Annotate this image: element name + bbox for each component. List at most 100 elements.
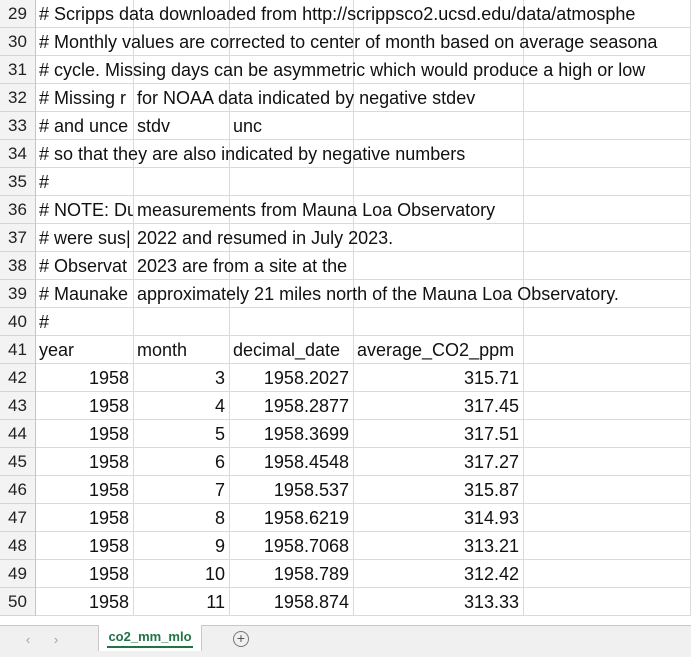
row-header[interactable]: 38 <box>0 252 36 280</box>
cell-year[interactable]: 1958 <box>36 392 134 420</box>
cell-decimal-date[interactable]: 1958.6219 <box>230 504 354 532</box>
cell-a[interactable]: # Maunake <box>36 280 134 308</box>
cell-year[interactable]: 1958 <box>36 420 134 448</box>
cell-e[interactable] <box>524 308 691 336</box>
cell-e[interactable] <box>524 420 691 448</box>
cell-a[interactable]: # Observat <box>36 252 134 280</box>
header-year[interactable]: year <box>36 336 134 364</box>
cell-month[interactable]: 5 <box>134 420 230 448</box>
cell-month[interactable]: 6 <box>134 448 230 476</box>
cell-month[interactable]: 10 <box>134 560 230 588</box>
prev-sheet-arrow-icon[interactable]: ‹ <box>20 632 36 647</box>
cell-d[interactable] <box>354 168 524 196</box>
row-header[interactable]: 46 <box>0 476 36 504</box>
cell-month[interactable]: 7 <box>134 476 230 504</box>
cell-month[interactable]: 4 <box>134 392 230 420</box>
next-sheet-arrow-icon[interactable]: › <box>48 632 64 647</box>
row-header[interactable]: 50 <box>0 588 36 616</box>
cell-e[interactable] <box>524 588 691 616</box>
cell-e[interactable] <box>524 140 691 168</box>
sheet-tab-co2-mm-mlo[interactable]: co2_mm_mlo <box>98 625 202 651</box>
cell-decimal-date[interactable]: 1958.537 <box>230 476 354 504</box>
row-header[interactable]: 31 <box>0 56 36 84</box>
cell-average-co2[interactable]: 313.21 <box>354 532 524 560</box>
cell-c[interactable] <box>230 308 354 336</box>
cell-e[interactable] <box>524 112 691 140</box>
row-header[interactable]: 41 <box>0 336 36 364</box>
cell-year[interactable]: 1958 <box>36 560 134 588</box>
cell-a[interactable]: # cycle. Missing days can be asymmetric … <box>36 56 645 84</box>
cell-c[interactable]: unc <box>230 112 354 140</box>
cell-a[interactable]: # were sus| <box>36 224 134 252</box>
cell-e[interactable] <box>524 196 691 224</box>
cell-a[interactable]: # <box>36 308 134 336</box>
header-month[interactable]: month <box>134 336 230 364</box>
cell-year[interactable]: 1958 <box>36 364 134 392</box>
cell-decimal-date[interactable]: 1958.2877 <box>230 392 354 420</box>
cell-e[interactable] <box>524 560 691 588</box>
cell-a[interactable]: # Monthly values are corrected to center… <box>36 28 657 56</box>
cell-decimal-date[interactable]: 1958.789 <box>230 560 354 588</box>
cell-average-co2[interactable]: 315.71 <box>354 364 524 392</box>
cell-e[interactable] <box>524 448 691 476</box>
cell-e[interactable] <box>524 168 691 196</box>
cell-average-co2[interactable]: 313.33 <box>354 588 524 616</box>
row-header[interactable]: 44 <box>0 420 36 448</box>
cell-e[interactable] <box>524 392 691 420</box>
cell-e[interactable] <box>524 252 691 280</box>
row-header[interactable]: 32 <box>0 84 36 112</box>
cell-average-co2[interactable]: 317.51 <box>354 420 524 448</box>
cell-decimal-date[interactable]: 1958.3699 <box>230 420 354 448</box>
cell-a[interactable]: # Scripps data downloaded from http://sc… <box>36 0 635 28</box>
cell-decimal-date[interactable]: 1958.4548 <box>230 448 354 476</box>
cell-decimal-date[interactable]: 1958.2027 <box>230 364 354 392</box>
row-header[interactable]: 47 <box>0 504 36 532</box>
cell-b[interactable]: approximately 21 miles north of the Maun… <box>134 280 619 308</box>
cell-decimal-date[interactable]: 1958.7068 <box>230 532 354 560</box>
row-header[interactable]: 43 <box>0 392 36 420</box>
row-header[interactable]: 35 <box>0 168 36 196</box>
row-header[interactable]: 39 <box>0 280 36 308</box>
cell-average-co2[interactable]: 317.27 <box>354 448 524 476</box>
cell-average-co2[interactable]: 312.42 <box>354 560 524 588</box>
row-header[interactable]: 34 <box>0 140 36 168</box>
cell-a[interactable]: # NOTE: Du <box>36 196 134 224</box>
header-decimal-date[interactable]: decimal_date <box>230 336 354 364</box>
cell-average-co2[interactable]: 315.87 <box>354 476 524 504</box>
cell-year[interactable]: 1958 <box>36 588 134 616</box>
cell-e[interactable] <box>524 532 691 560</box>
cell-e[interactable] <box>524 364 691 392</box>
cell-average-co2[interactable]: 317.45 <box>354 392 524 420</box>
cell-e[interactable] <box>524 336 691 364</box>
cell-b[interactable]: 2023 are from a site at the <box>134 252 347 280</box>
cell-month[interactable]: 11 <box>134 588 230 616</box>
cell-c[interactable] <box>230 168 354 196</box>
cell-d[interactable] <box>354 308 524 336</box>
cell-b[interactable] <box>134 308 230 336</box>
add-sheet-icon[interactable]: + <box>233 631 249 647</box>
cell-year[interactable]: 1958 <box>36 476 134 504</box>
cell-e[interactable] <box>524 84 691 112</box>
row-header[interactable]: 45 <box>0 448 36 476</box>
cell-b[interactable]: stdv <box>134 112 230 140</box>
cell-e[interactable] <box>524 504 691 532</box>
cell-year[interactable]: 1958 <box>36 532 134 560</box>
cell-b[interactable]: measurements from Mauna Loa Observatory <box>134 196 495 224</box>
cell-b[interactable]: for NOAA data indicated by negative stde… <box>134 84 475 112</box>
row-header[interactable]: 42 <box>0 364 36 392</box>
cell-decimal-date[interactable]: 1958.874 <box>230 588 354 616</box>
row-header[interactable]: 48 <box>0 532 36 560</box>
cell-a[interactable]: # and unce <box>36 112 134 140</box>
row-header[interactable]: 30 <box>0 28 36 56</box>
cell-year[interactable]: 1958 <box>36 504 134 532</box>
row-header[interactable]: 37 <box>0 224 36 252</box>
cell-a[interactable]: # Missing r <box>36 84 134 112</box>
cell-month[interactable]: 8 <box>134 504 230 532</box>
header-average-co2[interactable]: average_CO2_ppm <box>354 336 524 364</box>
cell-average-co2[interactable]: 314.93 <box>354 504 524 532</box>
cell-d[interactable] <box>354 112 524 140</box>
cell-d[interactable] <box>354 252 524 280</box>
row-header[interactable]: 36 <box>0 196 36 224</box>
row-header[interactable]: 40 <box>0 308 36 336</box>
cell-e[interactable] <box>524 224 691 252</box>
